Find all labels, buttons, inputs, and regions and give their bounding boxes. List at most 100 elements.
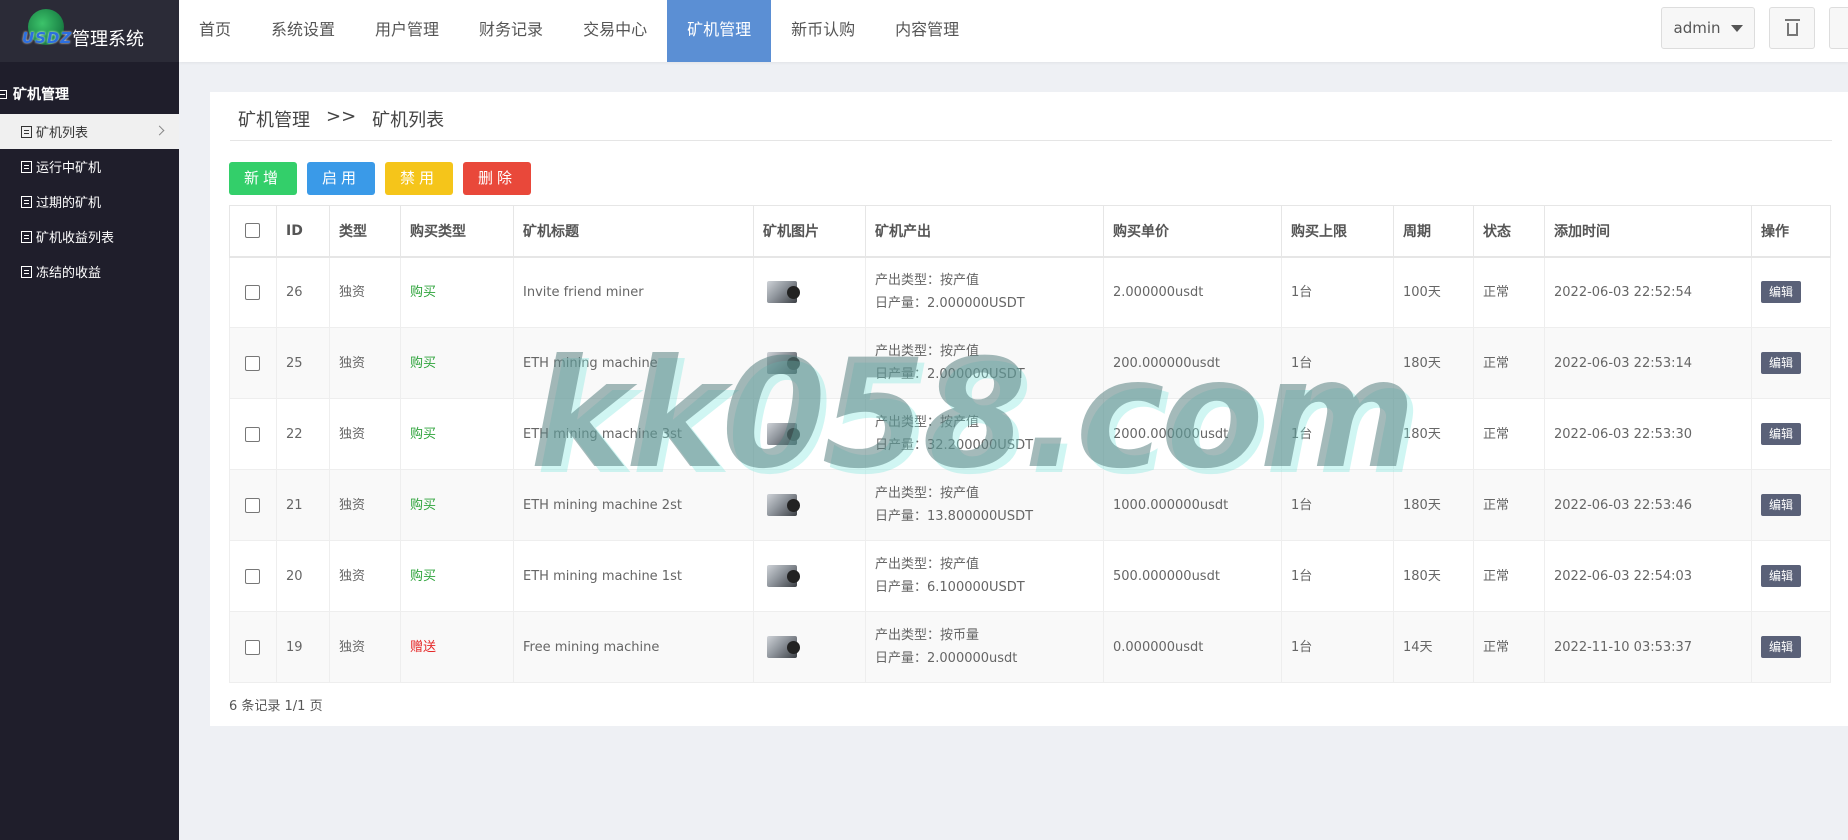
enable-button[interactable]: 启用 xyxy=(307,162,376,195)
column-header: 操作 xyxy=(1751,205,1831,258)
nav-finance-records[interactable]: 财务记录 xyxy=(459,0,563,62)
cell-limit: 1台 xyxy=(1281,540,1394,612)
table-row: 25 独资 购买 ETH mining machine 产出类型：按产值 日产量：… xyxy=(229,327,1831,399)
cell-id: 22 xyxy=(276,398,330,470)
miner-image xyxy=(763,632,803,662)
nav-content-management[interactable]: 内容管理 xyxy=(875,0,979,62)
sidebar-group-miner[interactable]: 矿机管理 xyxy=(0,74,179,114)
output-type: 产出类型：按产值 xyxy=(875,273,980,289)
edit-button[interactable]: 编辑 xyxy=(1761,635,1802,658)
cell-period: 100天 xyxy=(1393,256,1474,328)
select-all-checkbox[interactable] xyxy=(245,223,260,239)
globe-icon: USDZ xyxy=(20,7,71,55)
nav-miner-management[interactable]: 矿机管理 xyxy=(667,0,772,62)
cell-output: 产出类型：按产值 日产量：2.000000USDT xyxy=(865,256,1104,328)
miner-table: ID 类型 购买类型 矿机标题 矿机图片 矿机产出 购买单价 购买上限 周期 状… xyxy=(229,205,1831,683)
sidebar-item-frozen-earnings[interactable]: 冻结的收益 xyxy=(0,254,179,289)
content-panel: 矿机管理 >> 矿机列表 新增 启用 禁用 删除 ID 类型 购买类型 矿机标题… xyxy=(210,92,1848,726)
cell-buy-type: 购买 xyxy=(400,398,514,470)
cell-buy-type: 购买 xyxy=(400,327,514,399)
cell-type: 独资 xyxy=(329,611,401,683)
disable-button[interactable]: 禁用 xyxy=(385,162,454,195)
cell-buy-type: 购买 xyxy=(400,469,514,541)
output-type: 产出类型：按产值 xyxy=(875,486,980,501)
top-navbar: 首页 系统设置 用户管理 财务记录 交易中心 矿机管理 新币认购 内容管理 ad… xyxy=(179,0,1848,62)
add-button[interactable]: 新增 xyxy=(229,162,298,195)
row-checkbox[interactable] xyxy=(245,284,260,300)
cell-limit: 1台 xyxy=(1281,327,1394,399)
cell-price: 500.000000usdt xyxy=(1103,540,1282,612)
trash-icon xyxy=(1784,19,1800,36)
delete-button[interactable]: 删除 xyxy=(463,162,532,195)
cell-time: 2022-06-03 22:53:46 xyxy=(1544,469,1752,541)
nav-trading-center[interactable]: 交易中心 xyxy=(563,0,667,62)
document-icon xyxy=(21,265,32,278)
logo-text: USDZ xyxy=(22,29,73,47)
sidebar-item-label: 冻结的收益 xyxy=(36,266,102,281)
daily-output: 日产量：2.000000USDT xyxy=(875,367,1025,382)
main-nav: 首页 系统设置 用户管理 财务记录 交易中心 矿机管理 新币认购 内容管理 xyxy=(179,0,1848,62)
user-dropdown[interactable]: admin xyxy=(1661,7,1755,49)
cell-limit: 1台 xyxy=(1281,256,1394,328)
breadcrumb: 矿机管理 >> 矿机列表 xyxy=(238,106,444,132)
cell-id: 26 xyxy=(276,256,330,328)
sidebar-item-label: 过期的矿机 xyxy=(36,196,102,211)
column-header: 添加时间 xyxy=(1544,205,1752,258)
cell-period: 14天 xyxy=(1393,611,1474,683)
edit-button[interactable]: 编辑 xyxy=(1761,422,1802,445)
edit-button[interactable]: 编辑 xyxy=(1761,493,1802,516)
cell-time: 2022-06-03 22:54:03 xyxy=(1544,540,1752,612)
sidebar: USDZ 管理系统 矿机管理 矿机列表 运行中矿机 过期的矿机 矿机收益列表 冻… xyxy=(0,0,179,840)
cell-price: 2.000000usdt xyxy=(1103,256,1282,328)
edit-button[interactable]: 编辑 xyxy=(1761,280,1802,303)
caret-down-icon xyxy=(1730,24,1743,32)
cell-id: 21 xyxy=(276,469,330,541)
cell-output: 产出类型：按产值 日产量：6.100000USDT xyxy=(865,540,1104,612)
more-button[interactable] xyxy=(1829,7,1848,49)
row-checkbox[interactable] xyxy=(245,355,260,371)
column-header: ID xyxy=(276,205,330,258)
document-icon xyxy=(21,160,32,173)
cell-status: 正常 xyxy=(1473,327,1545,399)
cell-type: 独资 xyxy=(329,469,401,541)
column-header: 矿机标题 xyxy=(513,205,754,258)
row-checkbox[interactable] xyxy=(245,426,260,442)
row-checkbox[interactable] xyxy=(245,639,260,655)
toolbar: 新增 启用 禁用 删除 xyxy=(229,162,532,195)
nav-user-management[interactable]: 用户管理 xyxy=(355,0,459,62)
cell-period: 180天 xyxy=(1393,327,1474,399)
column-header: 购买类型 xyxy=(400,205,514,258)
column-header: 购买上限 xyxy=(1281,205,1394,258)
clear-cache-button[interactable] xyxy=(1769,7,1815,49)
nav-new-coin-subscription[interactable]: 新币认购 xyxy=(771,0,875,62)
edit-button[interactable]: 编辑 xyxy=(1761,564,1802,587)
miner-image xyxy=(763,419,803,449)
cell-type: 独资 xyxy=(329,327,401,399)
cell-type: 独资 xyxy=(329,256,401,328)
nav-system-settings[interactable]: 系统设置 xyxy=(251,0,355,62)
cell-time: 2022-06-03 22:53:14 xyxy=(1544,327,1752,399)
cell-price: 1000.000000usdt xyxy=(1103,469,1282,541)
cell-status: 正常 xyxy=(1473,256,1545,328)
cell-id: 19 xyxy=(276,611,330,683)
column-header: 类型 xyxy=(329,205,401,258)
sidebar-item-running-miners[interactable]: 运行中矿机 xyxy=(0,149,179,184)
sidebar-item-miner-earnings[interactable]: 矿机收益列表 xyxy=(0,219,179,254)
row-checkbox[interactable] xyxy=(245,568,260,584)
cell-status: 正常 xyxy=(1473,398,1545,470)
cell-price: 200.000000usdt xyxy=(1103,327,1282,399)
column-header: 购买单价 xyxy=(1103,205,1282,258)
breadcrumb-section[interactable]: 矿机管理 xyxy=(238,106,310,132)
cell-time: 2022-06-03 22:52:54 xyxy=(1544,256,1752,328)
edit-button[interactable]: 编辑 xyxy=(1761,351,1802,374)
document-icon xyxy=(21,195,32,208)
breadcrumb-separator: >> xyxy=(326,106,357,127)
sidebar-item-expired-miners[interactable]: 过期的矿机 xyxy=(0,184,179,219)
sidebar-item-miner-list[interactable]: 矿机列表 xyxy=(0,114,179,149)
row-checkbox[interactable] xyxy=(245,497,260,513)
table-header-row: ID 类型 购买类型 矿机标题 矿机图片 矿机产出 购买单价 购买上限 周期 状… xyxy=(229,205,1831,258)
pagination-summary: 6 条记录 1/1 页 xyxy=(229,699,323,714)
cell-status: 正常 xyxy=(1473,469,1545,541)
nav-home[interactable]: 首页 xyxy=(179,0,251,62)
divider xyxy=(230,140,1832,141)
